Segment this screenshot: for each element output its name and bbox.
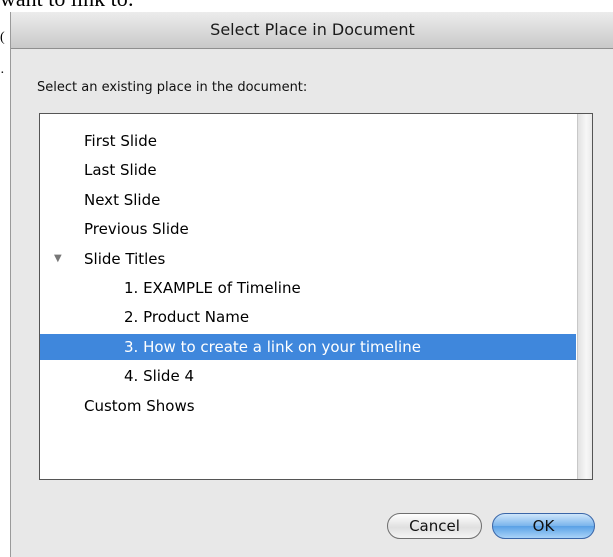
list-item[interactable]: Last Slide bbox=[40, 157, 576, 183]
slide-title-item[interactable]: 2. Product Name bbox=[40, 304, 576, 330]
list-item-label: 3. How to create a link on your timeline bbox=[124, 337, 421, 356]
background-document-fragment: · bbox=[0, 66, 5, 81]
dialog-title: Select Place in Document bbox=[11, 12, 613, 49]
list-item[interactable]: Custom Shows bbox=[40, 393, 576, 419]
list-item-label: Last Slide bbox=[84, 161, 157, 180]
vertical-scrollbar[interactable] bbox=[577, 114, 592, 479]
cancel-button[interactable]: Cancel bbox=[387, 513, 482, 539]
screen: want to link to: ( · Select Place in Doc… bbox=[0, 0, 613, 557]
background-document-fragment: ( bbox=[0, 30, 5, 45]
list-item[interactable]: ▼ Slide Titles bbox=[40, 246, 576, 272]
disclosure-triangle-down-icon[interactable]: ▼ bbox=[54, 246, 68, 272]
list-item-label: 2. Product Name bbox=[124, 308, 250, 327]
list-item-label: Previous Slide bbox=[84, 220, 189, 239]
list-item-label: 4. Slide 4 bbox=[124, 367, 194, 386]
place-list[interactable]: First Slide Last Slide Next Slide Previous … bbox=[39, 113, 593, 480]
list-item[interactable]: First Slide bbox=[40, 128, 576, 154]
slide-title-item[interactable]: 4. Slide 4 bbox=[40, 363, 576, 389]
background-document-text: want to link to: bbox=[0, 0, 134, 12]
slide-title-item[interactable]: 1. EXAMPLE of Timeline bbox=[40, 275, 576, 301]
list-item-label: First Slide bbox=[84, 132, 157, 150]
list-item[interactable]: Previous Slide bbox=[40, 216, 576, 242]
list-item[interactable]: Next Slide bbox=[40, 187, 576, 213]
list-item-label: Slide Titles bbox=[84, 249, 166, 268]
list-item-label: 1. EXAMPLE of Timeline bbox=[124, 279, 301, 297]
select-place-dialog: Select Place in Document Select an exist… bbox=[10, 12, 613, 557]
list-item-label: Custom Shows bbox=[84, 396, 195, 415]
ok-button[interactable]: OK bbox=[492, 513, 595, 539]
list-item-label: Next Slide bbox=[84, 190, 161, 209]
dialog-prompt: Select an existing place in the document… bbox=[37, 80, 308, 95]
slide-title-item[interactable]: 3. How to create a link on your timeline bbox=[40, 333, 576, 360]
